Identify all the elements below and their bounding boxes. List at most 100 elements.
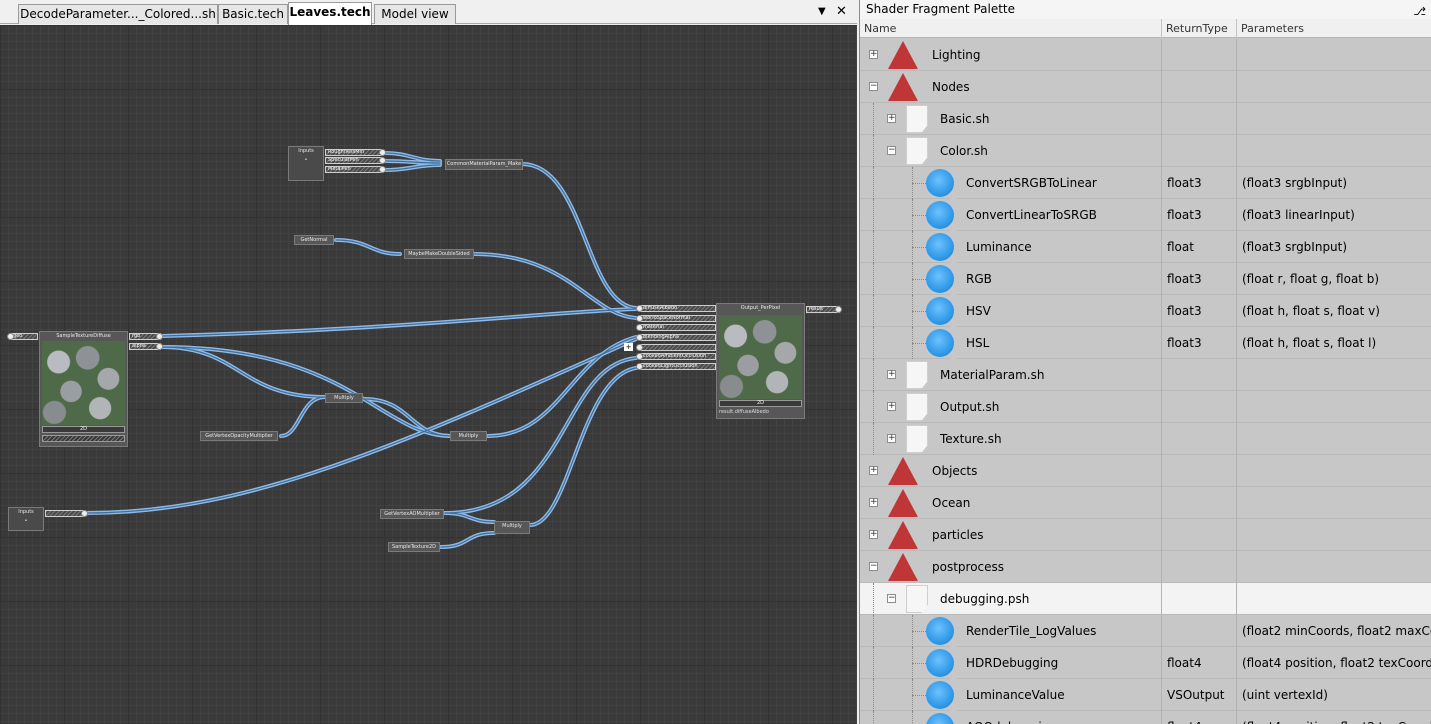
- port-dot[interactable]: [636, 353, 643, 360]
- tree-row[interactable]: RGB float3 (float r, float g, float b): [860, 263, 1431, 298]
- port-dot[interactable]: [81, 510, 88, 517]
- tree-row[interactable]: + Lighting: [860, 39, 1431, 71]
- tree-row[interactable]: − debugging.psh: [860, 583, 1431, 615]
- port-specularmin[interactable]: SpecularMin: [325, 157, 383, 164]
- multiply-node[interactable]: Multiply: [325, 393, 363, 403]
- expand-icon[interactable]: +: [887, 434, 896, 443]
- expand-icon[interactable]: +: [869, 50, 878, 59]
- tree-row[interactable]: AOOdebugging float4 (float4 position, floa…: [860, 711, 1431, 724]
- expand-icon[interactable]: +: [887, 370, 896, 379]
- port-dot[interactable]: [636, 334, 643, 341]
- port-diffusealbedo[interactable]: diffuseAlbedo: [640, 305, 716, 312]
- output-dimension-bar[interactable]: 2D: [719, 400, 802, 407]
- tree-connector: [873, 231, 874, 263]
- tab-list-dropdown-icon[interactable]: ▼: [818, 5, 826, 19]
- port-material[interactable]: material: [640, 324, 716, 331]
- row-returntype: VSOutput: [1167, 688, 1225, 702]
- multiply-node[interactable]: Multiply: [494, 521, 530, 534]
- port-worldspacenormal[interactable]: worldSpaceNormal: [640, 315, 716, 322]
- tree-row[interactable]: − postprocess: [860, 551, 1431, 583]
- tree-row[interactable]: + particles: [860, 519, 1431, 551]
- collapse-icon[interactable]: −: [869, 562, 878, 571]
- tree-row[interactable]: + Ocean: [860, 487, 1431, 519]
- column-header-returntype[interactable]: ReturnType: [1162, 19, 1237, 38]
- port-dot[interactable]: [835, 306, 842, 313]
- port-dot[interactable]: [156, 333, 163, 340]
- tab-model-view[interactable]: Model view: [374, 4, 456, 24]
- inputs-node[interactable]: Inputs •: [288, 146, 324, 181]
- maybemakedoublesided-node[interactable]: MaybeMakeDoubleSided: [404, 249, 474, 259]
- tree-connector: [912, 279, 926, 280]
- column-divider: [1236, 231, 1237, 263]
- texture-dimension-bar[interactable]: 2D: [42, 426, 125, 433]
- tree-connector: [873, 679, 874, 711]
- port-input[interactable]: [45, 510, 85, 517]
- texture-slot-bar[interactable]: [42, 435, 125, 442]
- port-roughnessmin[interactable]: RoughnessMin: [325, 149, 383, 156]
- tree-row[interactable]: + MaterialParam.sh: [860, 359, 1431, 391]
- collapse-icon[interactable]: −: [887, 594, 896, 603]
- getnormal-node[interactable]: GetNormal: [294, 235, 334, 245]
- inputs-node[interactable]: Inputs •: [8, 507, 44, 531]
- tree-row[interactable]: + Output.sh: [860, 391, 1431, 423]
- expand-icon[interactable]: +: [869, 498, 878, 507]
- tree-row[interactable]: − Color.sh: [860, 135, 1431, 167]
- expand-icon[interactable]: +: [887, 402, 896, 411]
- port-dot[interactable]: [156, 343, 163, 350]
- tree-row[interactable]: + Basic.sh: [860, 103, 1431, 135]
- tree-row[interactable]: LuminanceValue VSOutput (uint vertexId): [860, 679, 1431, 714]
- node-graph-canvas[interactable]: Inputs • RoughnessMin SpecularMin MetalM…: [0, 25, 857, 724]
- port-dot[interactable]: [636, 324, 643, 331]
- row-name: Output.sh: [940, 400, 1000, 414]
- tree-row[interactable]: HSL float3 (float h, float s, float l): [860, 327, 1431, 362]
- port-dot[interactable]: [379, 166, 386, 173]
- expand-port-badge[interactable]: +: [624, 343, 633, 351]
- expand-icon[interactable]: +: [869, 466, 878, 475]
- column-divider: [1236, 551, 1237, 583]
- commonmaterialparam-node[interactable]: CommonMaterialParam_Make: [445, 159, 523, 170]
- tree-row[interactable]: + Texture.sh: [860, 423, 1431, 455]
- tab-decodeparameter[interactable]: DecodeParameter..._Colored...sh: [18, 4, 218, 24]
- port-dot[interactable]: [379, 157, 386, 164]
- row-name: HSV: [966, 304, 991, 318]
- tree-row[interactable]: HDRDebugging float4 (float4 position, floa…: [860, 647, 1431, 682]
- tree-row[interactable]: RenderTile_LogValues (float2 minCoords, f…: [860, 615, 1431, 650]
- port-geo[interactable]: geo: [10, 333, 38, 340]
- port-empty[interactable]: [640, 344, 716, 351]
- tree-row[interactable]: − Nodes: [860, 71, 1431, 103]
- column-divider: [1161, 295, 1162, 327]
- column-header-parameters[interactable]: Parameters: [1237, 19, 1431, 38]
- tree-row[interactable]: HSV float3 (float h, float s, float v): [860, 295, 1431, 330]
- row-name: HSL: [966, 336, 990, 350]
- collapse-icon[interactable]: −: [887, 146, 896, 155]
- port-dot[interactable]: [7, 333, 14, 340]
- folder-triangle-icon: [888, 489, 918, 517]
- row-returntype: float3: [1167, 304, 1202, 318]
- getvertexaomultiplier-node[interactable]: GetVertexAOMultiplier: [380, 509, 444, 519]
- expand-icon[interactable]: +: [869, 530, 878, 539]
- row-name: Objects: [932, 464, 978, 478]
- close-tab-icon[interactable]: ✕: [836, 5, 847, 19]
- getvertexopacitymultiplier-node[interactable]: GetVertexOpacityMultiplier: [200, 431, 278, 441]
- sampletexture2d-node[interactable]: SampleTexture2D: [388, 542, 440, 552]
- port-cookedambientocclusion[interactable]: cookedAmbientOcclusion: [640, 353, 716, 360]
- tree-connector: [912, 183, 926, 184]
- port-blendingalpha[interactable]: blendingAlpha: [640, 334, 716, 341]
- multiply-node[interactable]: Multiply: [450, 431, 487, 441]
- column-header-name[interactable]: Name: [860, 19, 1162, 38]
- expand-icon[interactable]: +: [887, 114, 896, 123]
- port-dot[interactable]: [379, 149, 386, 156]
- port-cookedlightocclusion[interactable]: cookedLightOcclusion: [640, 363, 716, 370]
- collapse-icon[interactable]: −: [869, 82, 878, 91]
- tree-row[interactable]: ConvertLinearToSRGB float3 (float3 linearI…: [860, 199, 1431, 234]
- port-dot[interactable]: [636, 305, 643, 312]
- tree-row[interactable]: Luminance float (float3 srgbInput): [860, 231, 1431, 266]
- tree-row[interactable]: ConvertSRGBToLinear float3 (float3 srgbInp…: [860, 167, 1431, 202]
- port-dot[interactable]: [636, 363, 643, 370]
- tab-basic-tech[interactable]: Basic.tech: [218, 4, 288, 24]
- port-dot[interactable]: [636, 315, 643, 322]
- tab-leaves-tech[interactable]: Leaves.tech: [288, 2, 372, 25]
- tree-row[interactable]: + Objects: [860, 455, 1431, 487]
- port-dot[interactable]: [636, 344, 643, 351]
- port-metalmin[interactable]: MetalMin: [325, 166, 383, 173]
